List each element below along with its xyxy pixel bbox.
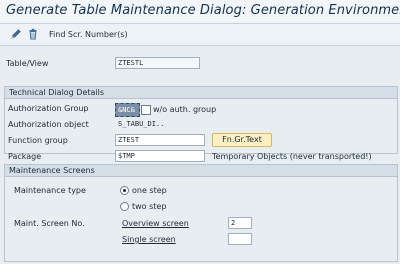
auth-group-field[interactable]: &NC& xyxy=(115,103,140,117)
window-title: Generate Table Maintenance Dialog: Gener… xyxy=(6,3,400,18)
package-label: Package xyxy=(8,152,42,161)
main-content: Table/View ZTESTL Technical Dialog Detai… xyxy=(0,46,400,264)
auth-group-text: w/o auth. group xyxy=(153,105,217,114)
package-field[interactable]: $TMP xyxy=(115,150,205,162)
function-group-field[interactable]: ZTEST xyxy=(115,134,205,146)
single-screen-label[interactable]: Single screen xyxy=(122,235,176,244)
trash-icon[interactable] xyxy=(27,28,39,40)
technical-dialog-details-title: Technical Dialog Details xyxy=(9,88,105,97)
auth-object-value: S_TABU_DI.. xyxy=(118,120,165,128)
technical-dialog-details-header: Technical Dialog Details xyxy=(5,87,397,99)
one-step-radio[interactable] xyxy=(120,186,129,195)
maintenance-screens-group: Maintenance Screens xyxy=(4,164,398,262)
overview-screen-label[interactable]: Overview screen xyxy=(122,219,189,228)
maintenance-type-label: Maintenance type xyxy=(14,186,86,195)
table-view-field[interactable]: ZTESTL xyxy=(115,57,200,69)
maint-screen-no-label: Maint. Screen No. xyxy=(14,219,85,228)
auth-group-value-help-checkbox[interactable] xyxy=(141,105,151,115)
table-view-label: Table/View xyxy=(6,59,49,68)
maintenance-screens-header: Maintenance Screens xyxy=(5,165,397,177)
overview-screen-field[interactable]: 2 xyxy=(228,217,252,229)
title-bar: Generate Table Maintenance Dialog: Gener… xyxy=(0,0,400,24)
function-group-label: Function group xyxy=(8,136,68,145)
single-screen-field[interactable] xyxy=(228,233,252,245)
two-step-label[interactable]: two step xyxy=(132,202,166,211)
auth-group-label: Authorization Group xyxy=(8,104,89,113)
pencil-icon[interactable] xyxy=(10,28,22,40)
package-text: Temporary Objects (never transported!) xyxy=(212,152,372,161)
maintenance-screens-title: Maintenance Screens xyxy=(9,166,95,175)
two-step-radio[interactable] xyxy=(120,202,129,211)
fn-gr-text-button[interactable]: Fn.Gr.Text xyxy=(212,133,272,147)
find-screen-numbers-button[interactable]: Find Scr. Number(s) xyxy=(49,30,128,39)
auth-object-label: Authorization object xyxy=(8,120,89,129)
one-step-label[interactable]: one step xyxy=(132,186,167,195)
application-toolbar: Find Scr. Number(s) xyxy=(0,24,400,46)
